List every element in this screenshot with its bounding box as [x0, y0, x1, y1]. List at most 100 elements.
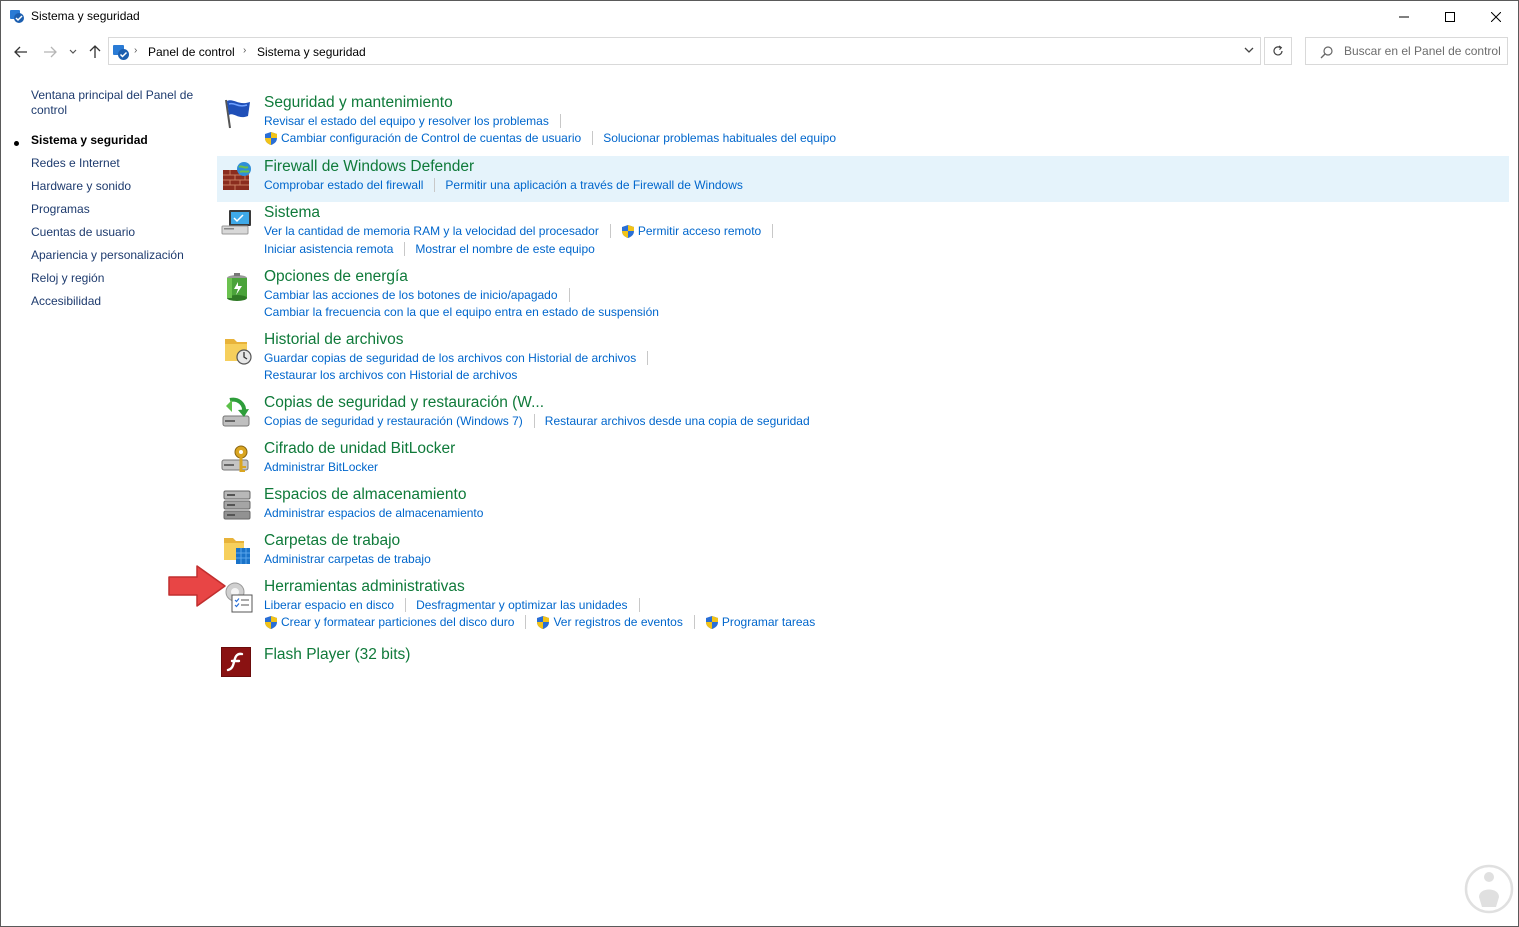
link-disk-partitions[interactable]: Crear y formatear particiones del disco …: [264, 615, 514, 630]
breadcrumb-sistema-y-seguridad[interactable]: Sistema y seguridad: [257, 45, 366, 59]
category-security-maintenance: Seguridad y mantenimiento Revisar el est…: [217, 94, 1509, 150]
link-remote-assistance[interactable]: Iniciar asistencia remota: [264, 242, 393, 256]
category-title[interactable]: Sistema: [264, 204, 320, 222]
flag-icon: [225, 99, 250, 129]
link-restore-from-backup[interactable]: Restaurar archivos desde una copia de se…: [545, 414, 810, 428]
link-restore-file-history[interactable]: Restaurar los archivos con Historial de …: [264, 368, 517, 382]
sidebar-item-user-accounts[interactable]: Cuentas de usuario: [31, 225, 201, 240]
link-label: Programar tareas: [721, 615, 816, 629]
link-row: Guardar copias de seguridad de los archi…: [264, 350, 658, 366]
search-input[interactable]: [1344, 42, 1504, 60]
link-manage-bitlocker[interactable]: Administrar BitLocker: [264, 460, 378, 474]
link-row: Administrar carpetas de trabajo: [264, 551, 431, 567]
category-title[interactable]: Flash Player (32 bits): [264, 646, 410, 664]
category-title[interactable]: Seguridad y mantenimiento: [264, 94, 453, 112]
close-button[interactable]: [1473, 1, 1519, 32]
link-row: Iniciar asistencia remota Mostrar el nom…: [264, 241, 595, 257]
breadcrumb-panel-de-control[interactable]: Panel de control: [148, 45, 235, 59]
link-backup-file-history[interactable]: Guardar copias de seguridad de los archi…: [264, 351, 636, 365]
uac-shield-icon: [265, 131, 277, 145]
divider: [525, 615, 527, 629]
uac-shield-icon: [265, 615, 277, 629]
battery-icon: [227, 273, 247, 301]
category-title[interactable]: Carpetas de trabajo: [264, 532, 400, 550]
link-review-status[interactable]: Revisar el estado del equipo y resolver …: [264, 114, 549, 128]
uac-shield-icon: [537, 615, 550, 629]
storage-spaces-icon: [223, 490, 251, 520]
control-panel-window: Sistema y seguridad › Panel de control ›…: [0, 0, 1519, 927]
control-panel-icon: [10, 10, 24, 23]
sidebar-item-hardware[interactable]: Hardware y sonido: [31, 179, 201, 194]
link-task-scheduler[interactable]: Programar tareas: [705, 615, 815, 630]
flash-icon: [221, 647, 251, 677]
maximize-button[interactable]: [1427, 1, 1473, 32]
link-event-logs[interactable]: Ver registros de eventos: [536, 615, 683, 630]
category-system: Sistema Ver la cantidad de memoria RAM y…: [217, 204, 1509, 260]
sidebar-item-clock-region[interactable]: Reloj y región: [31, 271, 201, 286]
divider: [533, 414, 535, 428]
uac-shield-icon: [621, 224, 634, 238]
recent-locations-button[interactable]: [66, 43, 80, 61]
link-ram-cpu[interactable]: Ver la cantidad de memoria RAM y la velo…: [264, 224, 599, 238]
link-troubleshoot[interactable]: Solucionar problemas habituales del equi…: [603, 131, 836, 145]
forward-button[interactable]: [41, 43, 59, 61]
category-firewall: Firewall de Windows Defender Comprobar e…: [217, 156, 1509, 202]
sidebar-item-programs[interactable]: Programas: [31, 202, 201, 217]
divider: [693, 615, 695, 629]
link-defragment[interactable]: Desfragmentar y optimizar las unidades: [416, 598, 627, 612]
sidebar-item-system-security: Sistema y seguridad: [31, 133, 148, 147]
window-title: Sistema y seguridad: [31, 9, 140, 23]
link-computer-name[interactable]: Mostrar el nombre de este equipo: [415, 242, 594, 256]
link-power-buttons[interactable]: Cambiar las acciones de los botones de i…: [264, 288, 558, 302]
link-manage-work-folders[interactable]: Administrar carpetas de trabajo: [264, 552, 431, 566]
search-icon: [1320, 46, 1333, 59]
search-box[interactable]: [1305, 37, 1508, 65]
link-label: Crear y formatear particiones del disco …: [281, 615, 515, 629]
divider: [559, 114, 561, 128]
divider: [568, 288, 570, 302]
category-title[interactable]: Historial de archivos: [264, 331, 404, 349]
link-row: Crear y formatear particiones del disco …: [264, 614, 815, 630]
link-manage-storage-spaces[interactable]: Administrar espacios de almacenamiento: [264, 506, 483, 520]
back-button[interactable]: [12, 43, 30, 61]
chevron-down-icon[interactable]: [1244, 46, 1254, 54]
link-sleep-frequency[interactable]: Cambiar la frecuencia con la que el equi…: [264, 305, 659, 319]
link-label: Ver registros de eventos: [553, 615, 683, 629]
category-title[interactable]: Copias de seguridad y restauración (W...: [264, 394, 544, 412]
link-row: Administrar BitLocker: [264, 459, 378, 475]
chevron-down-icon: [69, 49, 77, 54]
sidebar-item-home[interactable]: Ventana principal del Panel de control: [31, 88, 201, 118]
link-row: Administrar espacios de almacenamiento: [264, 505, 483, 521]
link-row: Ver la cantidad de memoria RAM y la velo…: [264, 223, 783, 239]
category-flash-player: Flash Player (32 bits): [217, 645, 1509, 677]
sidebar-item-network[interactable]: Redes e Internet: [31, 156, 201, 171]
link-row: Cambiar la frecuencia con la que el equi…: [264, 304, 659, 320]
link-backup-windows7[interactable]: Copias de seguridad y restauración (Wind…: [264, 414, 523, 428]
link-disk-cleanup[interactable]: Liberar espacio en disco: [264, 598, 394, 612]
watermark-logo-icon: [1464, 864, 1514, 914]
category-title[interactable]: Firewall de Windows Defender: [264, 158, 474, 176]
firewall-icon: [223, 162, 251, 190]
control-panel-icon: [113, 45, 129, 60]
divider: [404, 242, 406, 256]
category-title[interactable]: Opciones de energía: [264, 268, 408, 286]
link-firewall-status[interactable]: Comprobar estado del firewall: [264, 178, 423, 192]
link-remote-access[interactable]: Permitir acceso remoto: [621, 224, 761, 239]
category-file-history: Historial de archivos Guardar copias de …: [217, 331, 1509, 387]
sidebar-item-accessibility[interactable]: Accesibilidad: [31, 294, 201, 309]
up-button[interactable]: [86, 43, 104, 61]
category-title[interactable]: Herramientas administrativas: [264, 578, 465, 596]
link-label: Cambiar configuración de Control de cuen…: [281, 131, 582, 145]
refresh-button[interactable]: [1264, 37, 1292, 65]
link-allow-app[interactable]: Permitir una aplicación a través de Fire…: [445, 178, 742, 192]
active-bullet-icon: [14, 141, 19, 146]
minimize-button[interactable]: [1381, 1, 1427, 32]
category-title[interactable]: Espacios de almacenamiento: [264, 486, 466, 504]
link-uac-settings[interactable]: Cambiar configuración de Control de cuen…: [264, 131, 581, 146]
annotation-arrow-icon: [168, 565, 226, 607]
sidebar-item-appearance[interactable]: Apariencia y personalización: [31, 248, 201, 263]
address-bar[interactable]: › Panel de control › Sistema y seguridad: [108, 37, 1261, 65]
category-title[interactable]: Cifrado de unidad BitLocker: [264, 440, 455, 458]
breadcrumb-separator-icon: ›: [134, 45, 138, 56]
divider: [434, 178, 436, 192]
